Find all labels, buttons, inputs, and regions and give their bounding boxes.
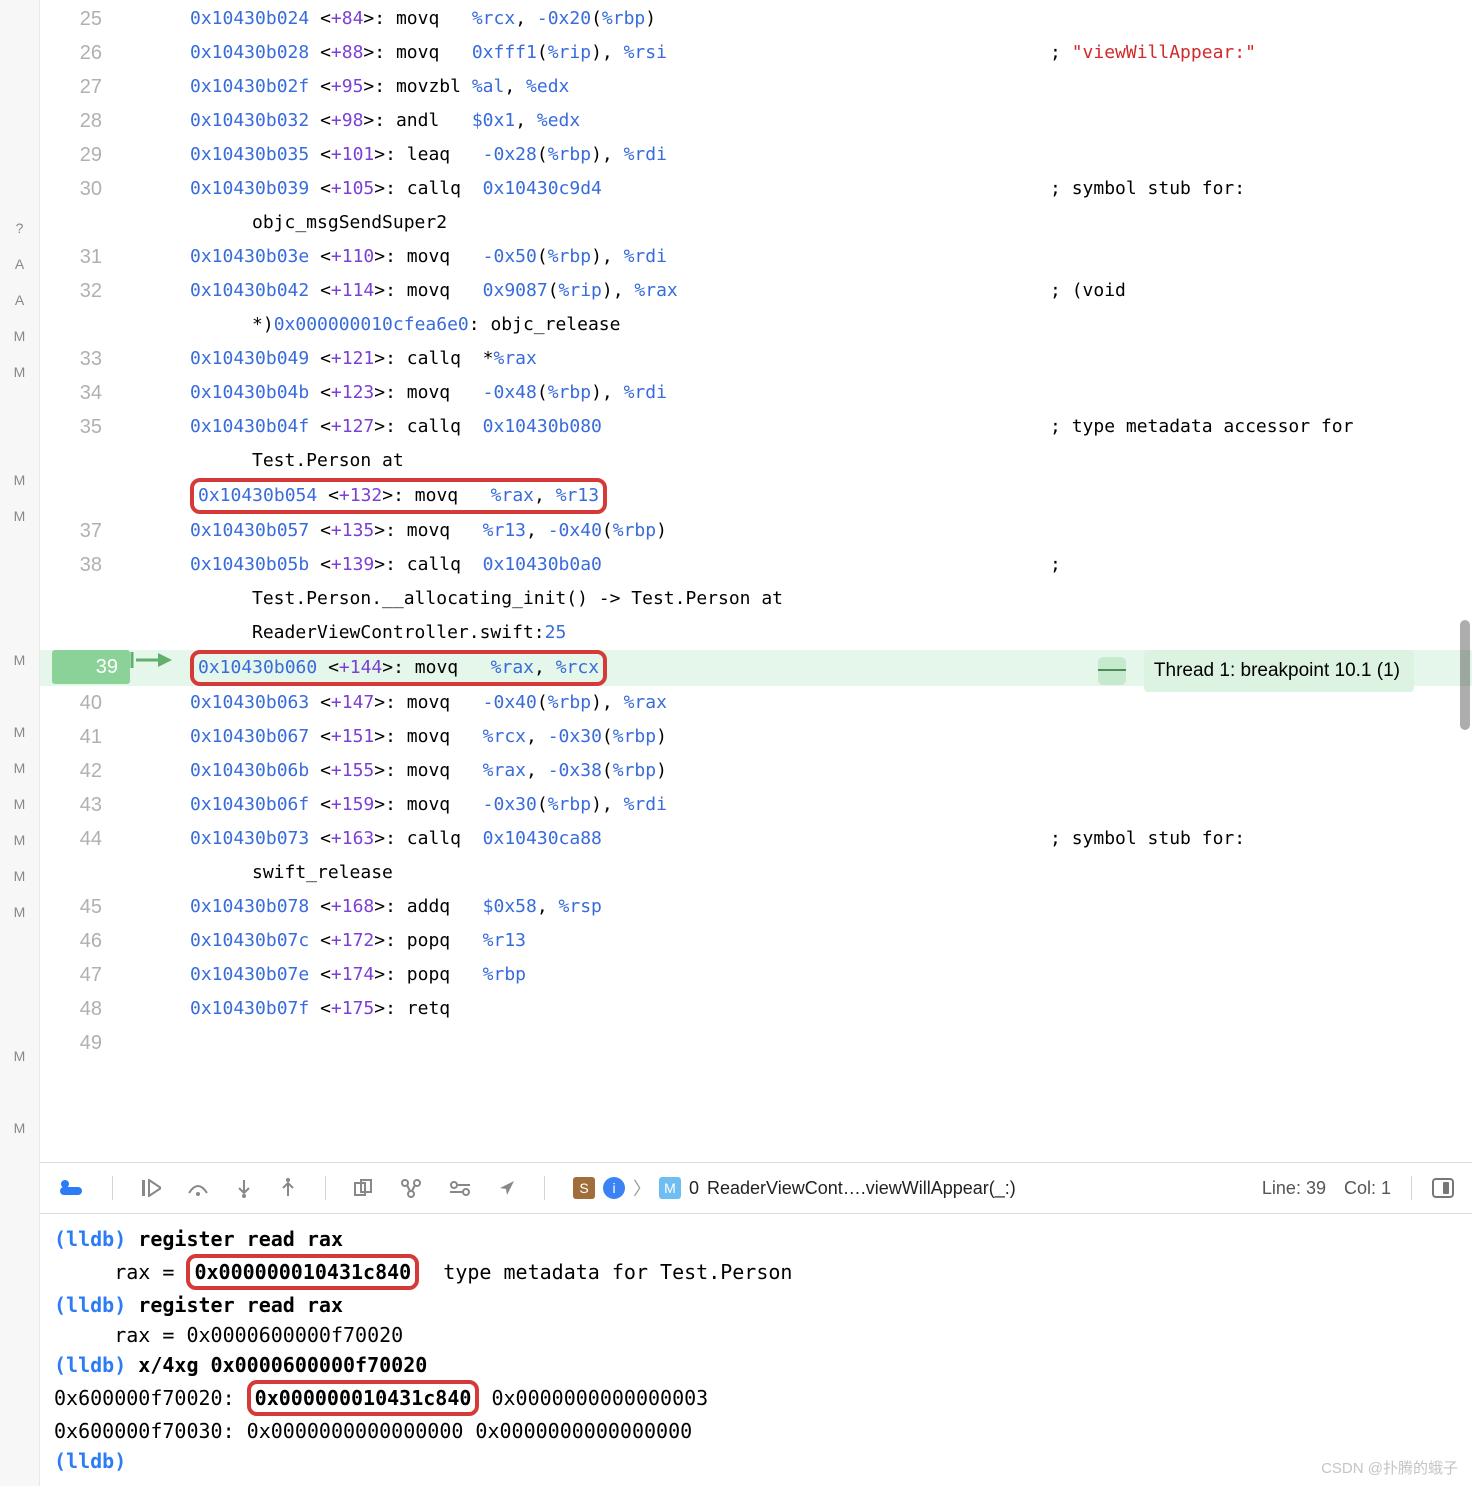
disassembly-view[interactable]: 250x10430b024 <+84>: movq %rcx, -0x20(%r… bbox=[40, 0, 1472, 1162]
asm-line[interactable]: 250x10430b024 <+84>: movq %rcx, -0x20(%r… bbox=[40, 2, 1472, 36]
watermark: CSDN @扑腾的蛾子 bbox=[1321, 1457, 1458, 1478]
line-number: 28 bbox=[40, 104, 130, 138]
debug-memory-graph-icon[interactable] bbox=[400, 1178, 422, 1198]
method-icon: M bbox=[659, 1177, 681, 1199]
asm-line[interactable]: 460x10430b07c <+172>: popq %r13 bbox=[40, 924, 1472, 958]
step-over-icon[interactable] bbox=[187, 1179, 209, 1197]
line-number: 45 bbox=[40, 890, 130, 924]
line-number: 44 bbox=[40, 822, 130, 856]
asm-line[interactable]: 450x10430b078 <+168>: addq $0x58, %rsp bbox=[40, 890, 1472, 924]
simulate-location-icon[interactable] bbox=[498, 1179, 516, 1197]
line-number: 25 bbox=[40, 2, 130, 36]
line-number: 30 bbox=[40, 172, 130, 206]
line-number: 47 bbox=[40, 958, 130, 992]
line-number: 48 bbox=[40, 992, 130, 1026]
asm-line[interactable]: 280x10430b032 <+98>: andl $0x1, %edx bbox=[40, 104, 1472, 138]
line-number: 33 bbox=[40, 342, 130, 376]
asm-line[interactable]: 470x10430b07e <+174>: popq %rbp bbox=[40, 958, 1472, 992]
asm-line[interactable]: 390x10430b060 <+144>: movq %rax, %rcxThr… bbox=[40, 650, 1472, 686]
asm-line[interactable]: 290x10430b035 <+101>: leaq -0x28(%rbp), … bbox=[40, 138, 1472, 172]
line-number: 42 bbox=[40, 754, 130, 788]
debug-toolbar: S i 〉 M 0 ReaderViewCont….viewWillAppear… bbox=[40, 1162, 1472, 1214]
asm-line[interactable]: 410x10430b067 <+151>: movq %rcx, -0x30(%… bbox=[40, 720, 1472, 754]
asm-line[interactable]: 260x10430b028 <+88>: movq 0xfff1(%rip), … bbox=[40, 36, 1472, 70]
cursor-line-label: Line: 39 bbox=[1262, 1178, 1326, 1199]
pc-arrow bbox=[130, 650, 190, 670]
continue-icon[interactable] bbox=[141, 1179, 161, 1197]
swift-file-icon: S bbox=[573, 1177, 595, 1199]
asm-line[interactable]: 300x10430b039 <+105>: callq 0x10430c9d4;… bbox=[40, 172, 1472, 206]
breadcrumb-method: ReaderViewCont….viewWillAppear(_:) bbox=[707, 1178, 1016, 1199]
asm-line[interactable]: 350x10430b04f <+127>: callq 0x10430b080;… bbox=[40, 410, 1472, 444]
panel-toggle-icon[interactable] bbox=[1432, 1178, 1454, 1198]
line-number: 35 bbox=[40, 410, 130, 444]
gutter-markers: ?AAMMMMMMMMMMMMM bbox=[0, 0, 40, 1486]
asm-line[interactable]: 310x10430b03e <+110>: movq -0x50(%rbp), … bbox=[40, 240, 1472, 274]
line-number: 34 bbox=[40, 376, 130, 410]
scrollbar-thumb[interactable] bbox=[1460, 620, 1470, 730]
line-number: 29 bbox=[40, 138, 130, 172]
step-into-icon[interactable] bbox=[235, 1178, 253, 1198]
instruction-icon: i bbox=[603, 1177, 625, 1199]
asm-line[interactable]: 330x10430b049 <+121>: callq *%rax bbox=[40, 342, 1472, 376]
asm-line[interactable]: 380x10430b05b <+139>: callq 0x10430b0a0; bbox=[40, 548, 1472, 582]
line-number: 46 bbox=[40, 924, 130, 958]
line-number: 37 bbox=[40, 514, 130, 548]
line-number: 38 bbox=[40, 548, 130, 582]
step-out-icon[interactable] bbox=[279, 1178, 297, 1198]
line-number: 40 bbox=[40, 686, 130, 720]
environment-overrides-icon[interactable] bbox=[448, 1180, 472, 1196]
asm-line[interactable]: 370x10430b057 <+135>: movq %r13, -0x40(%… bbox=[40, 514, 1472, 548]
asm-line[interactable]: 420x10430b06b <+155>: movq %rax, -0x38(%… bbox=[40, 754, 1472, 788]
cursor-col-label: Col: 1 bbox=[1344, 1178, 1391, 1199]
line-number: 41 bbox=[40, 720, 130, 754]
breadcrumb-index: 0 bbox=[689, 1178, 699, 1199]
asm-line[interactable]: 430x10430b06f <+159>: movq -0x30(%rbp), … bbox=[40, 788, 1472, 822]
debug-breadcrumb[interactable]: S i 〉 M 0 ReaderViewCont….viewWillAppear… bbox=[573, 1175, 1016, 1201]
asm-line[interactable]: 49 bbox=[40, 1026, 1472, 1060]
asm-line[interactable]: 340x10430b04b <+123>: movq -0x48(%rbp), … bbox=[40, 376, 1472, 410]
line-number: 43 bbox=[40, 788, 130, 822]
debug-view-hierarchy-icon[interactable] bbox=[354, 1178, 374, 1198]
line-number: 32 bbox=[40, 274, 130, 308]
line-number: 31 bbox=[40, 240, 130, 274]
lldb-console[interactable]: (lldb) register read rax rax = 0x0000000… bbox=[40, 1214, 1472, 1486]
asm-line[interactable]: 480x10430b07f <+175>: retq bbox=[40, 992, 1472, 1026]
line-number: 39 bbox=[52, 650, 130, 684]
line-number: 27 bbox=[40, 70, 130, 104]
asm-line[interactable]: 270x10430b02f <+95>: movzbl %al, %edx bbox=[40, 70, 1472, 104]
line-number: 26 bbox=[40, 36, 130, 70]
asm-line[interactable]: 320x10430b042 <+114>: movq 0x9087(%rip),… bbox=[40, 274, 1472, 308]
toggle-console-icon[interactable] bbox=[58, 1179, 84, 1197]
asm-line[interactable]: 440x10430b073 <+163>: callq 0x10430ca88;… bbox=[40, 822, 1472, 856]
line-number: 49 bbox=[40, 1026, 130, 1060]
breakpoint-badge[interactable]: Thread 1: breakpoint 10.1 (1) bbox=[1144, 650, 1414, 692]
asm-line[interactable]: 0x10430b054 <+132>: movq %rax, %r13 bbox=[40, 478, 1472, 514]
